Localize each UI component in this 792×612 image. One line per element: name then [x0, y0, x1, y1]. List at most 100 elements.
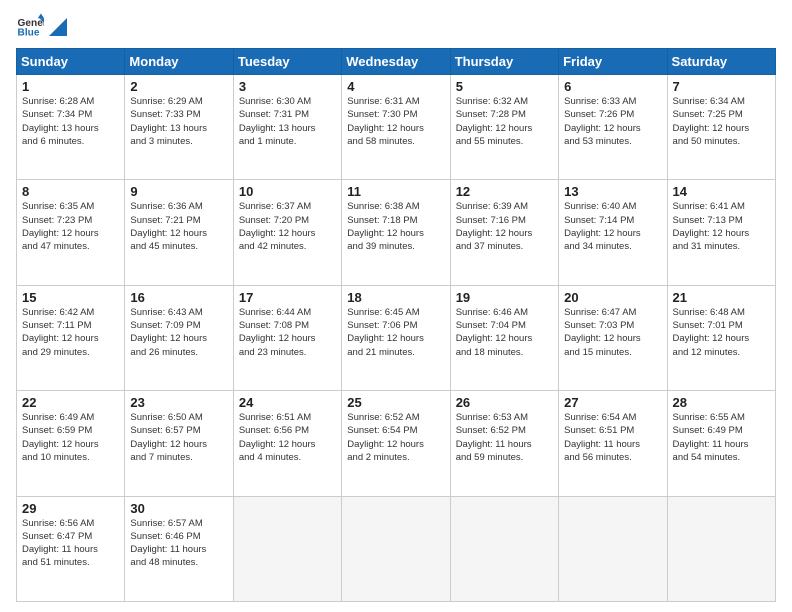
day-info: Sunrise: 6:33 AMSunset: 7:26 PMDaylight:… [564, 95, 661, 148]
day-number: 14 [673, 184, 770, 199]
day-info: Sunrise: 6:29 AMSunset: 7:33 PMDaylight:… [130, 95, 227, 148]
weekday-header-monday: Monday [125, 49, 233, 75]
day-info: Sunrise: 6:56 AMSunset: 6:47 PMDaylight:… [22, 517, 119, 570]
day-info: Sunrise: 6:42 AMSunset: 7:11 PMDaylight:… [22, 306, 119, 359]
day-number: 8 [22, 184, 119, 199]
weekday-header-tuesday: Tuesday [233, 49, 341, 75]
table-row [342, 496, 450, 601]
calendar-week-3: 15Sunrise: 6:42 AMSunset: 7:11 PMDayligh… [17, 285, 776, 390]
table-row: 15Sunrise: 6:42 AMSunset: 7:11 PMDayligh… [17, 285, 125, 390]
weekday-header-row: SundayMondayTuesdayWednesdayThursdayFrid… [17, 49, 776, 75]
day-number: 27 [564, 395, 661, 410]
day-info: Sunrise: 6:36 AMSunset: 7:21 PMDaylight:… [130, 200, 227, 253]
table-row: 24Sunrise: 6:51 AMSunset: 6:56 PMDayligh… [233, 391, 341, 496]
day-info: Sunrise: 6:55 AMSunset: 6:49 PMDaylight:… [673, 411, 770, 464]
day-number: 9 [130, 184, 227, 199]
weekday-header-saturday: Saturday [667, 49, 775, 75]
day-info: Sunrise: 6:47 AMSunset: 7:03 PMDaylight:… [564, 306, 661, 359]
day-number: 26 [456, 395, 553, 410]
day-number: 6 [564, 79, 661, 94]
table-row: 27Sunrise: 6:54 AMSunset: 6:51 PMDayligh… [559, 391, 667, 496]
day-number: 24 [239, 395, 336, 410]
day-number: 20 [564, 290, 661, 305]
day-info: Sunrise: 6:49 AMSunset: 6:59 PMDaylight:… [22, 411, 119, 464]
day-number: 23 [130, 395, 227, 410]
day-number: 22 [22, 395, 119, 410]
day-info: Sunrise: 6:35 AMSunset: 7:23 PMDaylight:… [22, 200, 119, 253]
generalblue-logo-icon: General Blue [16, 12, 44, 40]
day-number: 25 [347, 395, 444, 410]
table-row: 14Sunrise: 6:41 AMSunset: 7:13 PMDayligh… [667, 180, 775, 285]
table-row: 13Sunrise: 6:40 AMSunset: 7:14 PMDayligh… [559, 180, 667, 285]
calendar-week-1: 1Sunrise: 6:28 AMSunset: 7:34 PMDaylight… [17, 75, 776, 180]
day-number: 1 [22, 79, 119, 94]
day-info: Sunrise: 6:31 AMSunset: 7:30 PMDaylight:… [347, 95, 444, 148]
day-number: 3 [239, 79, 336, 94]
table-row: 2Sunrise: 6:29 AMSunset: 7:33 PMDaylight… [125, 75, 233, 180]
table-row [450, 496, 558, 601]
day-number: 30 [130, 501, 227, 516]
day-number: 18 [347, 290, 444, 305]
table-row: 6Sunrise: 6:33 AMSunset: 7:26 PMDaylight… [559, 75, 667, 180]
day-info: Sunrise: 6:52 AMSunset: 6:54 PMDaylight:… [347, 411, 444, 464]
calendar-week-2: 8Sunrise: 6:35 AMSunset: 7:23 PMDaylight… [17, 180, 776, 285]
svg-text:Blue: Blue [18, 27, 40, 38]
table-row: 5Sunrise: 6:32 AMSunset: 7:28 PMDaylight… [450, 75, 558, 180]
table-row: 4Sunrise: 6:31 AMSunset: 7:30 PMDaylight… [342, 75, 450, 180]
day-number: 21 [673, 290, 770, 305]
day-number: 12 [456, 184, 553, 199]
day-info: Sunrise: 6:41 AMSunset: 7:13 PMDaylight:… [673, 200, 770, 253]
day-info: Sunrise: 6:37 AMSunset: 7:20 PMDaylight:… [239, 200, 336, 253]
day-info: Sunrise: 6:32 AMSunset: 7:28 PMDaylight:… [456, 95, 553, 148]
header: General Blue [16, 12, 776, 40]
day-info: Sunrise: 6:45 AMSunset: 7:06 PMDaylight:… [347, 306, 444, 359]
table-row: 8Sunrise: 6:35 AMSunset: 7:23 PMDaylight… [17, 180, 125, 285]
weekday-header-wednesday: Wednesday [342, 49, 450, 75]
table-row: 11Sunrise: 6:38 AMSunset: 7:18 PMDayligh… [342, 180, 450, 285]
day-number: 2 [130, 79, 227, 94]
day-number: 28 [673, 395, 770, 410]
table-row: 12Sunrise: 6:39 AMSunset: 7:16 PMDayligh… [450, 180, 558, 285]
day-number: 15 [22, 290, 119, 305]
day-info: Sunrise: 6:40 AMSunset: 7:14 PMDaylight:… [564, 200, 661, 253]
table-row: 22Sunrise: 6:49 AMSunset: 6:59 PMDayligh… [17, 391, 125, 496]
logo: General Blue [16, 12, 67, 40]
table-row: 30Sunrise: 6:57 AMSunset: 6:46 PMDayligh… [125, 496, 233, 601]
table-row: 29Sunrise: 6:56 AMSunset: 6:47 PMDayligh… [17, 496, 125, 601]
table-row: 25Sunrise: 6:52 AMSunset: 6:54 PMDayligh… [342, 391, 450, 496]
day-info: Sunrise: 6:38 AMSunset: 7:18 PMDaylight:… [347, 200, 444, 253]
table-row [233, 496, 341, 601]
day-info: Sunrise: 6:44 AMSunset: 7:08 PMDaylight:… [239, 306, 336, 359]
table-row: 26Sunrise: 6:53 AMSunset: 6:52 PMDayligh… [450, 391, 558, 496]
day-number: 17 [239, 290, 336, 305]
table-row [559, 496, 667, 601]
calendar-week-4: 22Sunrise: 6:49 AMSunset: 6:59 PMDayligh… [17, 391, 776, 496]
table-row: 17Sunrise: 6:44 AMSunset: 7:08 PMDayligh… [233, 285, 341, 390]
table-row: 10Sunrise: 6:37 AMSunset: 7:20 PMDayligh… [233, 180, 341, 285]
day-info: Sunrise: 6:46 AMSunset: 7:04 PMDaylight:… [456, 306, 553, 359]
day-number: 10 [239, 184, 336, 199]
day-number: 16 [130, 290, 227, 305]
day-number: 5 [456, 79, 553, 94]
table-row: 28Sunrise: 6:55 AMSunset: 6:49 PMDayligh… [667, 391, 775, 496]
day-info: Sunrise: 6:43 AMSunset: 7:09 PMDaylight:… [130, 306, 227, 359]
calendar-week-5: 29Sunrise: 6:56 AMSunset: 6:47 PMDayligh… [17, 496, 776, 601]
day-number: 13 [564, 184, 661, 199]
day-info: Sunrise: 6:39 AMSunset: 7:16 PMDaylight:… [456, 200, 553, 253]
table-row: 18Sunrise: 6:45 AMSunset: 7:06 PMDayligh… [342, 285, 450, 390]
logo-triangle-icon [49, 18, 67, 36]
table-row: 9Sunrise: 6:36 AMSunset: 7:21 PMDaylight… [125, 180, 233, 285]
table-row: 23Sunrise: 6:50 AMSunset: 6:57 PMDayligh… [125, 391, 233, 496]
day-info: Sunrise: 6:50 AMSunset: 6:57 PMDaylight:… [130, 411, 227, 464]
table-row: 7Sunrise: 6:34 AMSunset: 7:25 PMDaylight… [667, 75, 775, 180]
day-number: 19 [456, 290, 553, 305]
day-info: Sunrise: 6:54 AMSunset: 6:51 PMDaylight:… [564, 411, 661, 464]
table-row: 1Sunrise: 6:28 AMSunset: 7:34 PMDaylight… [17, 75, 125, 180]
table-row [667, 496, 775, 601]
table-row: 21Sunrise: 6:48 AMSunset: 7:01 PMDayligh… [667, 285, 775, 390]
day-info: Sunrise: 6:30 AMSunset: 7:31 PMDaylight:… [239, 95, 336, 148]
day-number: 11 [347, 184, 444, 199]
day-info: Sunrise: 6:53 AMSunset: 6:52 PMDaylight:… [456, 411, 553, 464]
day-info: Sunrise: 6:34 AMSunset: 7:25 PMDaylight:… [673, 95, 770, 148]
page: General Blue SundayMondayT [0, 0, 792, 612]
